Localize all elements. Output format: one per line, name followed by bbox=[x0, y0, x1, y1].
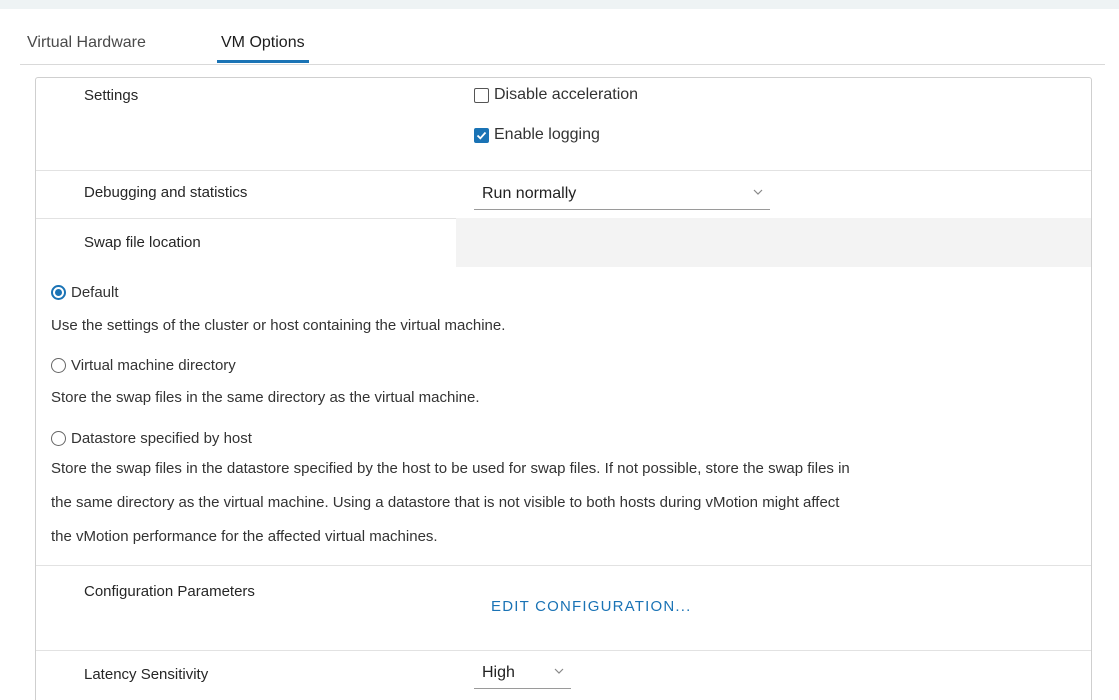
settings-row: Settings Disable acceleration Enable log… bbox=[36, 78, 1091, 171]
swap-datastore-label: Datastore specified by host bbox=[71, 430, 252, 447]
enable-logging-label: Enable logging bbox=[494, 126, 600, 143]
radio-checked-icon bbox=[51, 285, 66, 300]
swap-vm-directory-description: Store the swap files in the same directo… bbox=[51, 389, 480, 406]
disable-acceleration-checkbox[interactable]: Disable acceleration bbox=[474, 86, 638, 104]
swap-datastore-description-line-2: the same directory as the virtual machin… bbox=[51, 494, 840, 511]
disable-acceleration-label: Disable acceleration bbox=[494, 86, 639, 103]
options-panel: Settings Disable acceleration Enable log… bbox=[35, 77, 1092, 700]
top-strip bbox=[0, 0, 1119, 9]
swap-vm-directory-label: Virtual machine directory bbox=[71, 357, 236, 374]
enable-logging-checkbox[interactable]: Enable logging bbox=[474, 126, 600, 144]
swap-vm-directory-radio[interactable]: Virtual machine directory bbox=[51, 357, 236, 374]
swap-datastore-radio[interactable]: Datastore specified by host bbox=[51, 430, 252, 447]
checkbox-unchecked-icon bbox=[474, 87, 489, 103]
latency-label: Latency Sensitivity bbox=[84, 666, 209, 683]
radio-unchecked-icon bbox=[51, 431, 66, 446]
swap-datastore-description-line-1: Store the swap files in the datastore sp… bbox=[51, 460, 850, 477]
radio-unchecked-icon bbox=[51, 358, 66, 373]
swap-label: Swap file location bbox=[84, 234, 201, 251]
swap-datastore-description-line-3: the vMotion performance for the affected… bbox=[51, 528, 438, 545]
edit-configuration-button[interactable]: EDIT CONFIGURATION... bbox=[491, 598, 691, 615]
debugging-label: Debugging and statistics bbox=[84, 184, 248, 201]
tab-vm-options[interactable]: VM Options bbox=[217, 31, 309, 63]
swap-default-description: Use the settings of the cluster or host … bbox=[51, 317, 506, 334]
debugging-select-value: Run normally bbox=[482, 185, 577, 202]
chevron-down-icon bbox=[752, 185, 764, 203]
swap-row: Swap file location bbox=[36, 218, 1091, 267]
latency-select[interactable]: High bbox=[474, 660, 571, 689]
latency-select-value: High bbox=[482, 664, 515, 681]
swap-default-label: Default bbox=[71, 284, 119, 301]
tab-virtual-hardware[interactable]: Virtual Hardware bbox=[27, 31, 146, 63]
settings-label: Settings bbox=[84, 87, 139, 104]
debugging-select[interactable]: Run normally bbox=[474, 181, 770, 210]
tab-bar: Virtual Hardware VM Options bbox=[20, 9, 1105, 65]
vm-options-page: Virtual Hardware VM Options Settings Dis… bbox=[0, 0, 1119, 700]
config-params-label: Configuration Parameters bbox=[84, 583, 255, 600]
checkbox-checked-icon bbox=[474, 127, 489, 143]
chevron-down-icon bbox=[553, 664, 565, 682]
swap-default-radio[interactable]: Default bbox=[51, 284, 119, 301]
